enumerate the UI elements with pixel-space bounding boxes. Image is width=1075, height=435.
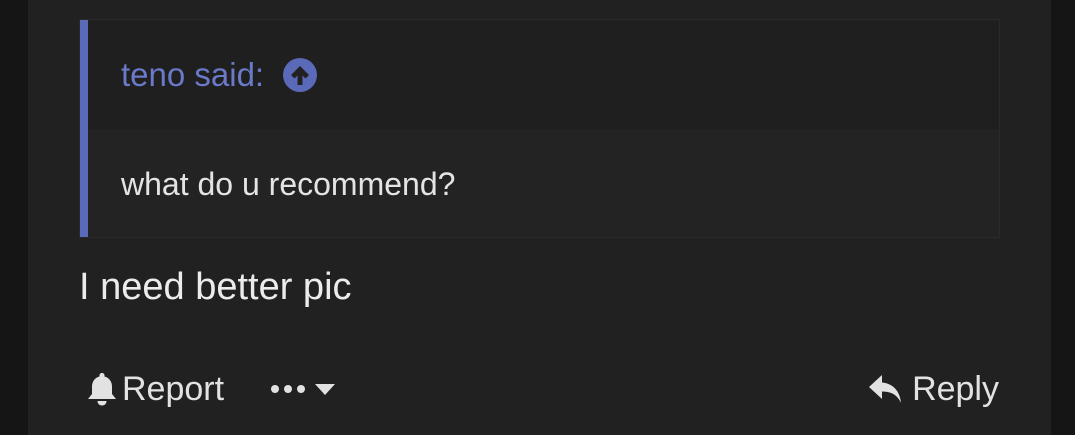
bell-icon — [88, 373, 116, 406]
post-actions: Report Reply — [86, 364, 999, 414]
post-container: teno said: what do u recommend? I need b… — [28, 0, 1051, 435]
reply-label: Reply — [912, 369, 999, 408]
quote-body: what do u recommend? — [121, 166, 456, 202]
report-label: Report — [122, 369, 225, 408]
quote-block: teno said: what do u recommend? — [79, 19, 1000, 238]
report-button[interactable]: Report — [86, 370, 224, 409]
message-text: I need better pic — [79, 266, 352, 308]
ellipsis-icon — [271, 385, 306, 393]
arrow-up-circle-icon[interactable] — [282, 57, 318, 93]
reply-arrow-icon — [869, 375, 902, 403]
chevron-down-icon — [315, 384, 336, 395]
quote-author: teno said: — [121, 56, 318, 94]
more-options-button[interactable] — [270, 382, 336, 396]
quote-author-label[interactable]: teno said: — [121, 56, 264, 94]
reply-button[interactable]: Reply — [868, 370, 999, 409]
quote-accent-bar — [80, 20, 88, 237]
quote-header: teno said: — [88, 20, 999, 129]
